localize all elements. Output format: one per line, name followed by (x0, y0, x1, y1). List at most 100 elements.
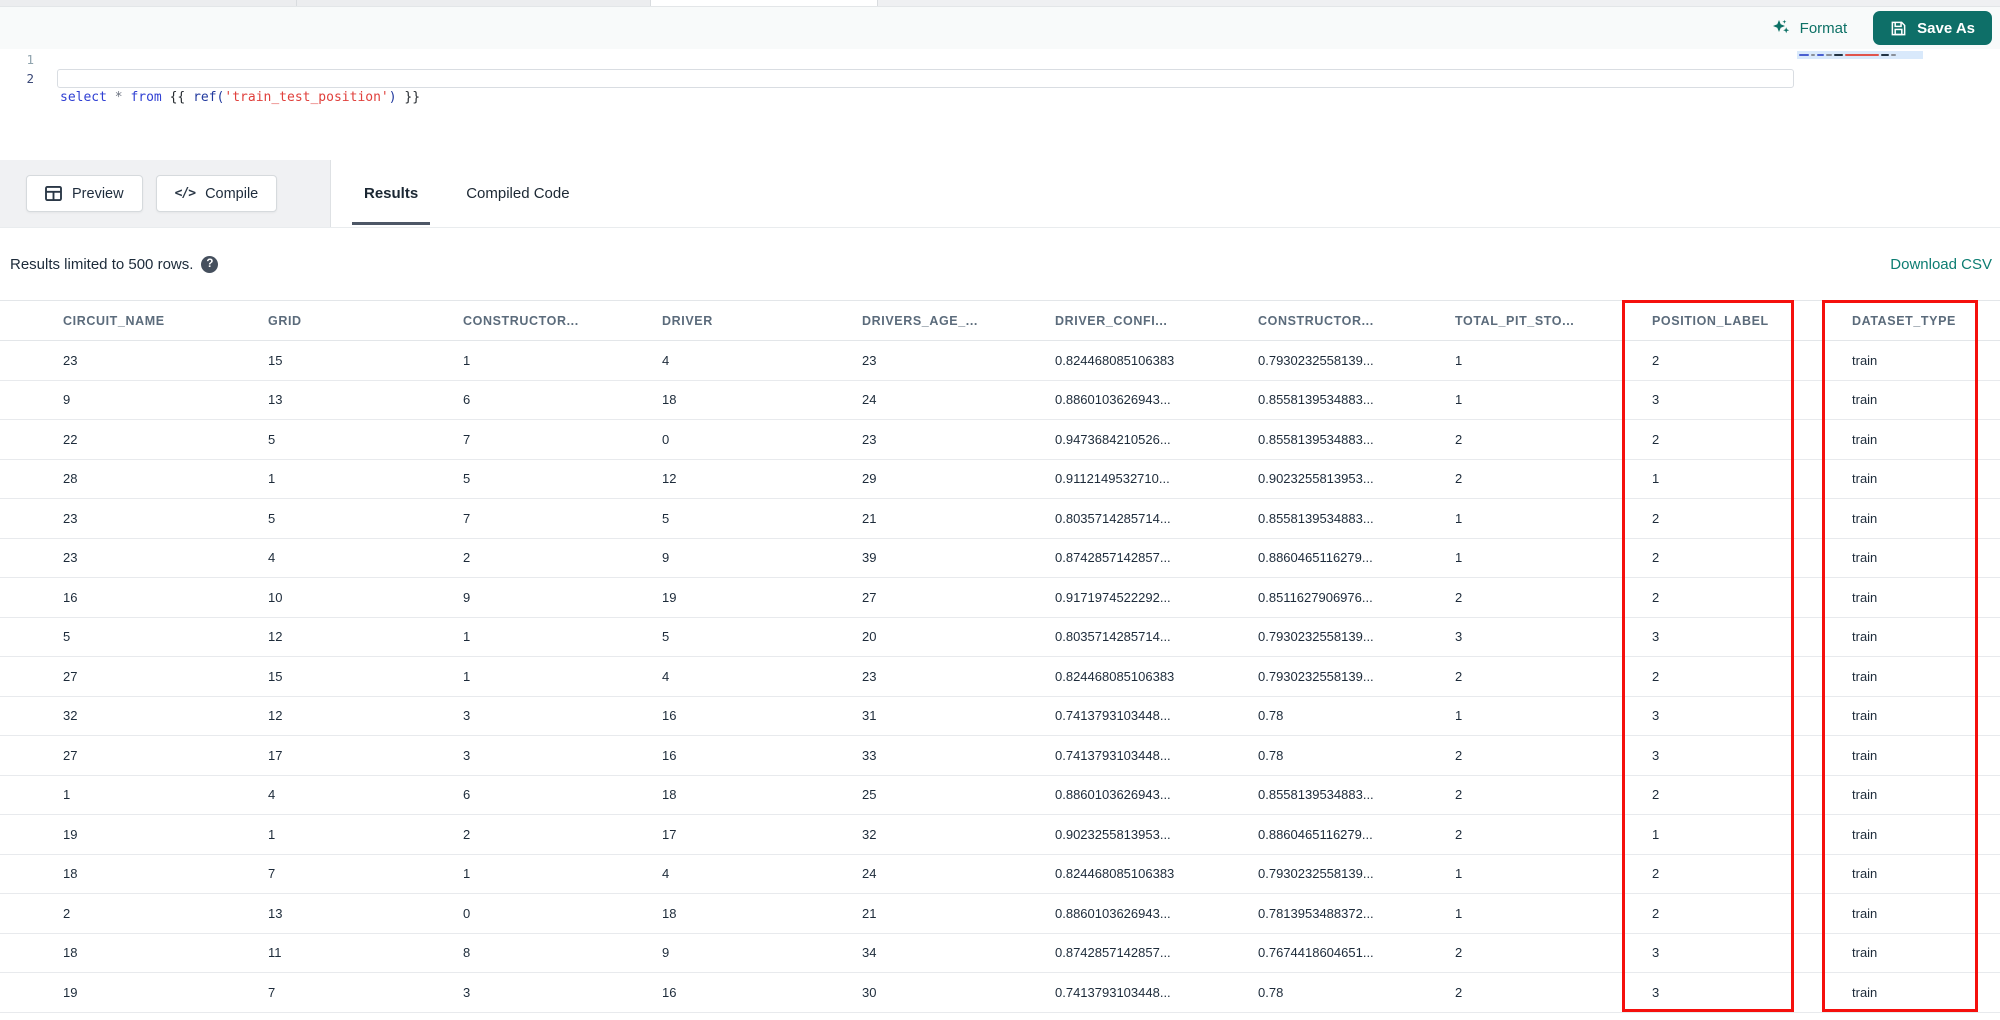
table-cell: 4 (662, 668, 670, 684)
table-cell: train (1852, 708, 1878, 724)
code-line[interactable]: select * from {{ ref('train_test_positio… (60, 88, 420, 107)
code-token: }} (396, 90, 421, 105)
results-toolbar: Results limited to 500 rows. ? Download … (0, 228, 2000, 300)
table-cell: 21 (862, 905, 877, 921)
column-header: CONSTRUCTOR... (463, 313, 579, 328)
table-row: 18 11 8 9 34 0.8742857142857... 0.767441860465… (0, 933, 2000, 973)
tab-compiled-code[interactable]: Compiled Code (454, 160, 581, 227)
table-cell: 2 (1455, 945, 1463, 961)
table-cell: 4 (268, 787, 276, 803)
table-cell: 0.8558139534883... (1258, 431, 1374, 447)
tab-results[interactable]: Results (352, 160, 431, 227)
table-cell: 8 (463, 945, 471, 961)
table-cell: 18 (662, 392, 677, 408)
results-limit-note: Results limited to 500 rows. ? (10, 228, 219, 300)
table-cell: train (1852, 866, 1878, 882)
table-grid-icon (45, 186, 62, 201)
file-tab-active[interactable] (651, 0, 878, 6)
column-header: CONSTRUCTOR... (1258, 313, 1374, 328)
table-header-row: CIRCUIT_NAME GRID CONSTRUCTOR... DRIVER DRIV… (0, 300, 2000, 341)
table-cell: 18 (63, 945, 78, 961)
table-cell: 2 (1652, 352, 1660, 368)
table-cell: 23 (862, 668, 877, 684)
table-cell: 23 (63, 550, 78, 566)
table-cell: 2 (1455, 747, 1463, 763)
table-cell: 0.824468085106383 (1055, 668, 1175, 684)
line-number-gutter: 1 2 (0, 50, 34, 88)
preview-button[interactable]: Preview (26, 175, 143, 212)
table-cell: 15 (268, 668, 283, 684)
table-row: 2 13 0 18 21 0.8860103626943... 0.781395348837… (0, 894, 2000, 934)
table-cell: 0.8558139534883... (1258, 787, 1374, 803)
table-cell: 12 (268, 629, 283, 645)
file-tab[interactable] (0, 0, 297, 6)
table-cell: train (1852, 984, 1878, 1000)
table-row: 9 13 6 18 24 0.8860103626943... 0.855813953488… (0, 380, 2000, 420)
table-cell: 2 (1455, 589, 1463, 605)
table-cell: 19 (662, 589, 677, 605)
table-cell: 3 (1652, 392, 1660, 408)
table-cell: 10 (268, 589, 283, 605)
table-cell: 3 (1652, 984, 1660, 1000)
table-cell: 9 (662, 550, 670, 566)
table-cell: 21 (862, 510, 877, 526)
minimap-mark (1799, 54, 1809, 56)
table-row: 28 1 5 12 29 0.9112149532710... 0.902325581395… (0, 459, 2000, 499)
table-cell: 0.8860465116279... (1258, 550, 1373, 566)
minimap-mark (1811, 54, 1815, 56)
table-cell: 5 (662, 510, 670, 526)
table-cell: train (1852, 471, 1878, 487)
preview-label: Preview (72, 185, 124, 202)
sparkle-icon (1771, 18, 1791, 38)
table-cell: 33 (862, 747, 877, 763)
table-cell: 11 (268, 945, 282, 961)
table-cell: 3 (1652, 629, 1660, 645)
table-cell: train (1852, 787, 1878, 803)
sql-editor[interactable]: 1 2 select * from {{ ref('train_test_pos… (0, 49, 2000, 160)
table-cell: 2 (1652, 550, 1660, 566)
table-cell: 27 (63, 747, 78, 763)
table-cell: train (1852, 510, 1878, 526)
table-cell: 1 (1455, 510, 1463, 526)
action-bar: Preview </> Compile Results Compiled Cod… (0, 160, 2000, 228)
table-cell: 0.7413793103448... (1055, 984, 1171, 1000)
table-cell: 0.8860465116279... (1258, 826, 1373, 842)
table-row: 27 17 3 16 33 0.7413793103448... 0.78 2 3 train (0, 736, 2000, 776)
table-cell: 0.8558139534883... (1258, 510, 1374, 526)
table-cell: 2 (1652, 510, 1660, 526)
table-row: 23 15 1 4 23 0.824468085106383 0.7930232558139… (0, 341, 2000, 381)
file-tab[interactable] (297, 0, 651, 6)
table-cell: 27 (63, 668, 78, 684)
table-cell: 0.78 (1258, 984, 1284, 1000)
table-cell: 0.7413793103448... (1055, 747, 1171, 763)
save-as-button[interactable]: Save As (1873, 11, 1992, 45)
help-icon[interactable]: ? (201, 255, 219, 273)
table-cell: 19 (63, 984, 78, 1000)
table-cell: 4 (662, 352, 670, 368)
table-cell: 13 (268, 905, 283, 921)
compile-label: Compile (205, 185, 259, 202)
table-cell: 9 (463, 589, 471, 605)
column-header: TOTAL_PIT_STO... (1455, 313, 1575, 328)
table-cell: 22 (63, 431, 78, 447)
format-button[interactable]: Format (1771, 18, 1847, 38)
table-cell: 0.9112149532710... (1055, 471, 1170, 487)
table-row: 18 7 1 4 24 0.824468085106383 0.7930232558139.… (0, 854, 2000, 894)
table-cell: 32 (862, 826, 877, 842)
table-cell: 3 (1652, 747, 1660, 763)
table-cell: 0.8035714285714... (1055, 629, 1171, 645)
editor-minimap[interactable] (1797, 51, 1923, 59)
download-csv-link[interactable]: Download CSV (1890, 228, 1992, 300)
table-cell: 0.9171974522292... (1055, 589, 1171, 605)
table-cell: 0.7674418604651... (1258, 945, 1374, 961)
table-cell: 23 (862, 352, 877, 368)
table-cell: 32 (63, 708, 78, 724)
compile-button[interactable]: </> Compile (155, 175, 278, 212)
table-cell: 28 (63, 471, 78, 487)
table-cell: 3 (1652, 708, 1660, 724)
table-cell: 7 (463, 510, 471, 526)
code-token: ) (388, 90, 397, 105)
column-header: DRIVERS_AGE_... (862, 313, 978, 328)
table-cell: train (1852, 826, 1878, 842)
